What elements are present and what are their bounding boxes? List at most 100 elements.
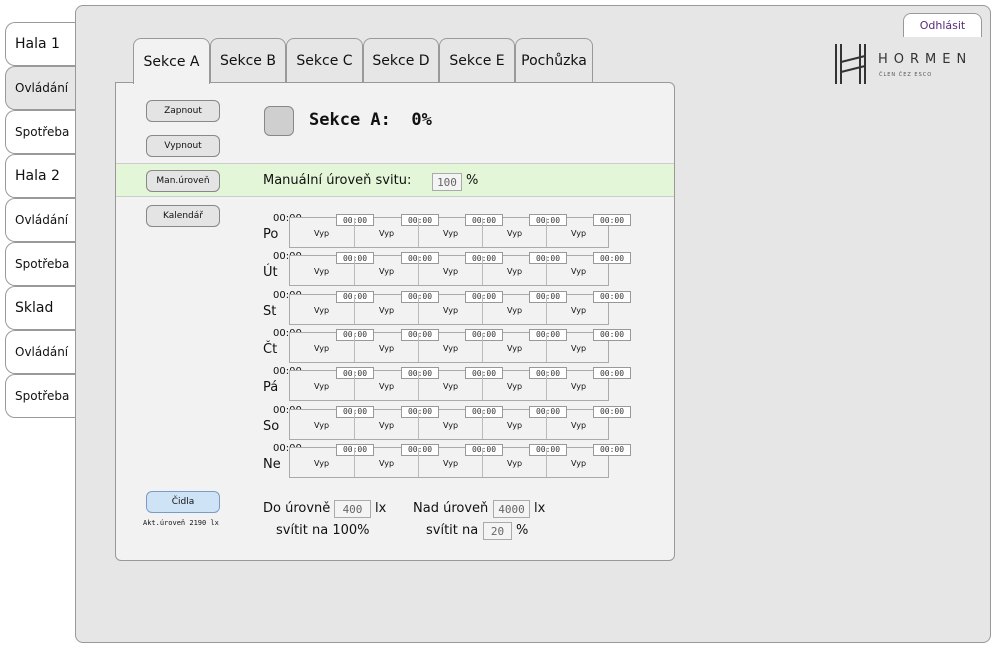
schedule-slot[interactable]: Vyp 00:00 xyxy=(290,328,374,362)
slot-state: Vyp xyxy=(443,343,459,353)
schedule-slot[interactable]: Vyp 00:00 xyxy=(354,367,439,401)
slot-state: Vyp xyxy=(314,420,330,430)
day-label: Po xyxy=(263,227,279,242)
day-label: Út xyxy=(263,265,278,281)
section-tab[interactable]: Sekce D xyxy=(363,38,439,83)
above-percent-input[interactable]: 20 xyxy=(483,522,512,540)
schedule-slot[interactable]: Vyp 00:00 xyxy=(546,328,631,362)
manual-level-row: Man.úroveň Manuální úroveň svitu: 100 % xyxy=(116,163,674,197)
day-slots: Vyp 00:00 Vyp 00:00 Vyp 00:00 Vyp 00:00 Vyp 00:00 xyxy=(289,405,631,440)
slot-time-input[interactable]: 00:00 xyxy=(593,443,631,456)
schedule-slot[interactable]: Vyp 00:00 xyxy=(290,290,374,324)
schedule-slot[interactable]: Vyp 00:00 xyxy=(418,290,503,324)
manual-level-input[interactable]: 100 xyxy=(432,173,462,191)
slot-state: Vyp xyxy=(379,229,395,238)
schedule-slot[interactable]: Vyp 00:00 xyxy=(482,328,567,362)
below-level-label: Do úrovně xyxy=(263,501,331,516)
sidebar-item[interactable]: Ovládání xyxy=(5,66,76,110)
off-button[interactable]: Vypnout xyxy=(146,135,220,157)
schedule-day-row: 00:00 So Vyp 00:00 Vyp 00:00 Vyp 00:00 Vyp 00:00 V… xyxy=(256,405,631,443)
slot-state: Vyp xyxy=(571,267,587,277)
schedule-slot[interactable]: Vyp 00:00 xyxy=(354,290,439,324)
slot-time-input[interactable]: 00:00 xyxy=(593,328,631,341)
on-button[interactable]: Zapnout xyxy=(146,100,220,122)
schedule-slot[interactable]: Vyp 00:00 xyxy=(546,214,631,247)
day-label: St xyxy=(263,303,277,319)
day-label: Pá xyxy=(263,380,279,396)
section-tab[interactable]: Sekce C xyxy=(286,38,363,83)
logout-button[interactable]: Odhlásit xyxy=(903,13,982,37)
slot-state: Vyp xyxy=(443,382,459,392)
schedule-slot[interactable]: Vyp 00:00 xyxy=(418,405,503,439)
section-tab[interactable]: Sekce A xyxy=(133,38,210,84)
slot-state: Vyp xyxy=(314,229,330,238)
slot-time-input[interactable]: 00:00 xyxy=(593,252,631,265)
slot-state: Vyp xyxy=(379,267,395,277)
schedule-slot[interactable]: Vyp 00:00 xyxy=(418,214,503,247)
schedule-slot[interactable]: Vyp 00:00 xyxy=(482,252,567,286)
slot-state: Vyp xyxy=(443,229,459,238)
calendar-button[interactable]: Kalendář xyxy=(146,205,220,227)
schedule-slot[interactable]: Vyp 00:00 xyxy=(290,252,374,285)
main-panel: Odhlásit HORMEN ČLEN ČEZ ESCO Sekce A Sek… xyxy=(75,5,991,643)
day-label: Ne xyxy=(263,456,281,472)
schedule-slot[interactable]: Vyp 00:00 xyxy=(418,367,503,401)
slot-state: Vyp xyxy=(571,382,587,392)
manual-level-button[interactable]: Man.úroveň xyxy=(146,170,220,192)
slot-time-input[interactable]: 00:00 xyxy=(593,405,631,418)
sidebar-item[interactable]: Ovládání xyxy=(5,198,76,242)
above-level-label: Nad úroveň xyxy=(413,501,489,516)
day-slots: Vyp 00:00 Vyp 00:00 Vyp 00:00 Vyp 00:00 Vyp 00:00 xyxy=(289,328,631,363)
schedule-slot[interactable]: Vyp 00:00 xyxy=(418,443,503,477)
sidebar-item[interactable]: Spotřeba xyxy=(5,110,76,154)
schedule-day-row: 00:00 Pá Vyp 00:00 Vyp 00:00 Vyp 00:00 Vyp 00:00 V… xyxy=(256,366,631,404)
schedule-slot[interactable]: Vyp 00:00 xyxy=(546,405,631,439)
schedule-slot[interactable]: Vyp 00:00 xyxy=(546,443,631,477)
above-level-input[interactable]: 4000 xyxy=(493,500,530,518)
sidebar-item[interactable]: Hala 1 xyxy=(5,22,76,66)
slot-state: Vyp xyxy=(379,343,395,353)
day-slots: Vyp 00:00 Vyp 00:00 Vyp 00:00 Vyp 00:00 Vyp 00:00 xyxy=(289,214,631,248)
slot-time-input[interactable]: 00:00 xyxy=(593,290,631,303)
schedule-slot[interactable]: Vyp 00:00 xyxy=(546,252,631,286)
below-level-input[interactable]: 400 xyxy=(334,500,371,518)
slot-time-input[interactable]: 00:00 xyxy=(593,214,631,226)
schedule-slot[interactable]: Vyp 00:00 xyxy=(482,367,567,401)
section-tab[interactable]: Pochůzka xyxy=(515,38,593,83)
schedule-slot[interactable]: Vyp 00:00 xyxy=(354,328,439,362)
sidebar-item[interactable]: Spotřeba xyxy=(5,242,76,286)
schedule-slot[interactable]: Vyp 00:00 xyxy=(290,214,374,247)
schedule-day-row: 00:00 Po Vyp 00:00 Vyp 00:00 Vyp 00:00 Vyp 00:00 V… xyxy=(256,213,631,251)
day-slots: Vyp 00:00 Vyp 00:00 Vyp 00:00 Vyp 00:00 Vyp 00:00 xyxy=(289,367,631,402)
schedule-slot[interactable]: Vyp 00:00 xyxy=(354,214,439,247)
section-title: Sekce A: xyxy=(309,110,391,130)
schedule-slot[interactable]: Vyp 00:00 xyxy=(290,367,374,400)
schedule-slot[interactable]: Vyp 00:00 xyxy=(354,252,439,286)
schedule-slot[interactable]: Vyp 00:00 xyxy=(418,328,503,362)
slot-state: Vyp xyxy=(314,382,330,392)
slot-state: Vyp xyxy=(571,458,587,468)
schedule-slot[interactable]: Vyp 00:00 xyxy=(546,367,631,401)
schedule-slot[interactable]: Vyp 00:00 xyxy=(354,405,439,439)
schedule-slot[interactable]: Vyp 00:00 xyxy=(482,443,567,477)
schedule-slot[interactable]: Vyp 00:00 xyxy=(354,443,439,477)
sidebar-item[interactable]: Spotřeba xyxy=(5,374,76,418)
schedule-slot[interactable]: Vyp 00:00 xyxy=(418,252,503,286)
section-tab[interactable]: Sekce E xyxy=(439,38,515,83)
section-tab[interactable]: Sekce B xyxy=(210,38,286,83)
status-indicator xyxy=(264,106,294,136)
sidebar-item[interactable]: Sklad xyxy=(5,286,76,330)
schedule-slot[interactable]: Vyp 00:00 xyxy=(290,443,374,477)
below-level-unit: lx xyxy=(375,501,387,516)
slot-state: Vyp xyxy=(443,267,459,277)
schedule-slot[interactable]: Vyp 00:00 xyxy=(482,290,567,324)
schedule-slot[interactable]: Vyp 00:00 xyxy=(290,405,374,439)
schedule-slot[interactable]: Vyp 00:00 xyxy=(482,405,567,439)
sidebar-item[interactable]: Ovládání xyxy=(5,330,76,374)
schedule-slot[interactable]: Vyp 00:00 xyxy=(482,214,567,247)
schedule-slot[interactable]: Vyp 00:00 xyxy=(546,290,631,324)
sidebar-item[interactable]: Hala 2 xyxy=(5,154,76,198)
slot-time-input[interactable]: 00:00 xyxy=(593,367,631,380)
sensors-button[interactable]: Čidla xyxy=(146,491,220,513)
hormen-logo: HORMEN ČLEN ČEZ ESCO xyxy=(833,42,978,86)
